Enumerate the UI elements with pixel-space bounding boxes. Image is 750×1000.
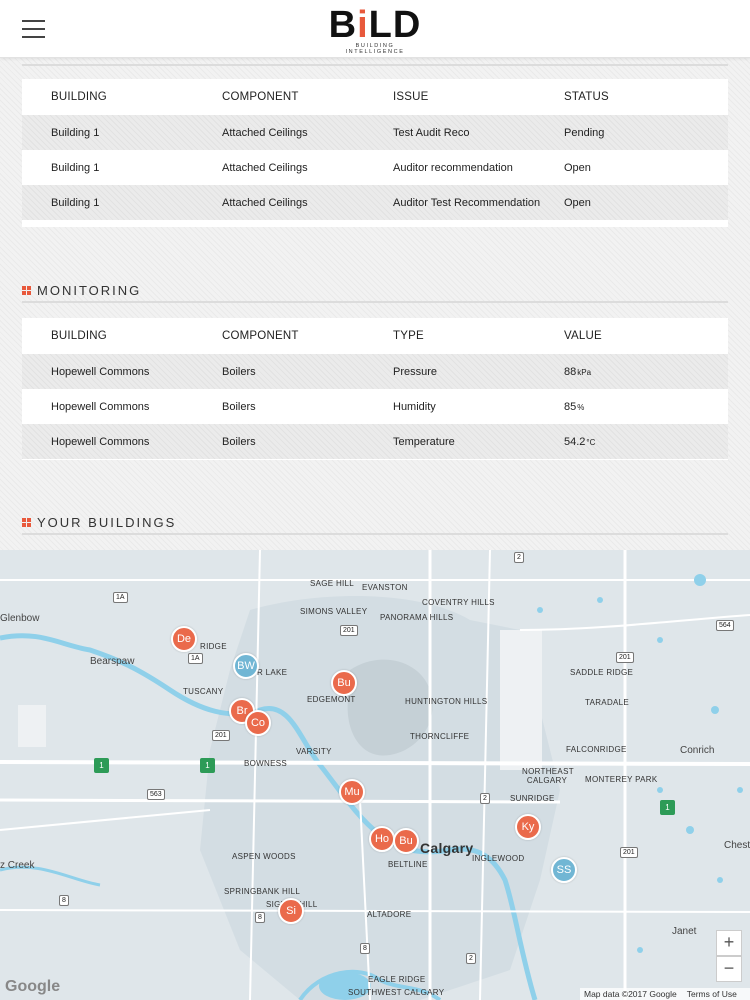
value-cell: 85%	[564, 400, 585, 413]
route-shield: 201	[616, 652, 634, 663]
value-cell: 88kPa	[564, 365, 592, 378]
route-shield: 8	[255, 912, 265, 923]
building-pin[interactable]: Ky	[515, 814, 541, 840]
recommendations-table: BUILDING COMPONENT ISSUE STATUS Building…	[22, 79, 728, 227]
building-pin[interactable]: Si	[278, 898, 304, 924]
bild-logo[interactable]: BiLD BUILDING INTELLIGENCE	[325, 5, 425, 55]
route-shield: 201	[620, 847, 638, 858]
trans-canada-icon: 1	[200, 758, 215, 773]
building-pin[interactable]: De	[171, 626, 197, 652]
hamburger-menu-icon[interactable]	[22, 20, 45, 38]
monitoring-table: BUILDING COMPONENT TYPE VALUE Hopewell C…	[22, 318, 728, 460]
section-divider	[22, 64, 728, 66]
table-header: BUILDING COMPONENT ISSUE STATUS	[51, 91, 609, 103]
building-pin[interactable]: Bu	[393, 828, 419, 854]
route-shield: 201	[340, 625, 358, 636]
route-shield: 564	[716, 620, 734, 631]
app-header: BiLD BUILDING INTELLIGENCE	[0, 0, 750, 58]
map-attribution: Map data ©2017 Google Terms of Use	[580, 988, 750, 1000]
table-header: BUILDING COMPONENT TYPE VALUE	[51, 330, 602, 342]
table-row[interactable]: Building 1 Attached Ceilings Test Audit …	[22, 115, 728, 150]
route-shield: 2	[480, 793, 490, 804]
section-divider	[22, 301, 728, 303]
google-logo[interactable]: Google	[5, 978, 60, 996]
table-row[interactable]: Hopewell Commons Boilers Temperature 54.…	[22, 424, 728, 459]
route-shield: 2	[466, 953, 476, 964]
monitoring-section-title: MONITORING	[22, 283, 141, 298]
route-shield: 1A	[188, 653, 203, 664]
trans-canada-icon: 1	[660, 800, 675, 815]
route-shield: 1A	[113, 592, 128, 603]
terms-of-use-link[interactable]: Terms of Use	[687, 989, 737, 999]
route-shield: 8	[360, 943, 370, 954]
buildings-section-title: YOUR BUILDINGS	[22, 515, 176, 530]
section-divider	[22, 533, 728, 535]
table-row[interactable]: Hopewell Commons Boilers Pressure 88kPa	[22, 354, 728, 389]
route-shield: 201	[212, 730, 230, 741]
buildings-map[interactable]: Glenbow Bearspaw SAGE HILL EVANSTON COVE…	[0, 550, 750, 1000]
grid-icon	[22, 286, 31, 295]
building-pin[interactable]: Mu	[339, 779, 365, 805]
building-pin[interactable]: Co	[245, 710, 271, 736]
grid-icon	[22, 518, 31, 527]
zoom-out-button[interactable]: −	[716, 956, 742, 982]
value-cell: 54.2°C	[564, 435, 596, 448]
route-shield: 563	[147, 789, 165, 800]
route-shield: 8	[59, 895, 69, 906]
building-pin[interactable]: BW	[233, 653, 259, 679]
table-row[interactable]: Hopewell Commons Boilers Humidity 85%	[22, 389, 728, 424]
zoom-in-button[interactable]: +	[716, 930, 742, 956]
route-shield: 2	[514, 552, 524, 563]
table-row[interactable]: Building 1 Attached Ceilings Auditor Tes…	[22, 185, 728, 220]
table-row[interactable]: Building 1 Attached Ceilings Auditor rec…	[22, 150, 728, 185]
building-pin[interactable]: Ho	[369, 826, 395, 852]
building-pin[interactable]: Bu	[331, 670, 357, 696]
building-pin[interactable]: SS	[551, 857, 577, 883]
trans-canada-icon: 1	[94, 758, 109, 773]
